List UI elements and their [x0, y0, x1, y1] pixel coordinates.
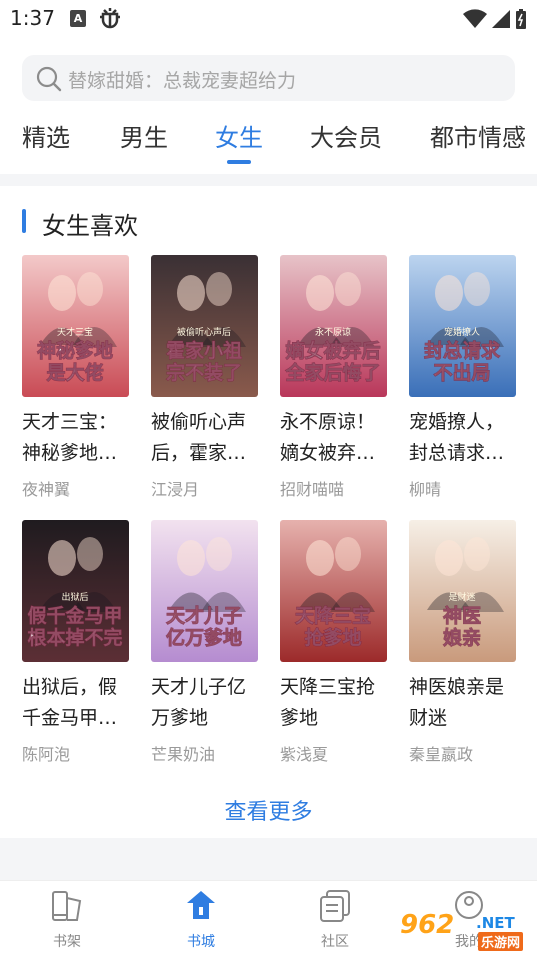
tab-featured[interactable]: 精选 — [22, 118, 70, 153]
cover-title: 天降三宝 — [295, 604, 371, 627]
cover-title: 根本掉不完 — [27, 626, 122, 649]
book-card[interactable]: 被偷听心声后霍家小祖宗不装了被偷听心声后，霍家小祖宗不装了江浸月 — [151, 255, 258, 500]
nav-community-label: 社区 — [321, 934, 349, 950]
cover-title: 抢爹地 — [304, 626, 361, 649]
watermark-site-name: 乐游网 — [478, 932, 524, 951]
book-cover[interactable]: 是财迷 神医 娘亲 — [409, 520, 516, 662]
nav-bookstore-label: 书城 — [187, 934, 215, 950]
section-title: 女生喜欢 — [42, 212, 138, 240]
book-card[interactable]: 天才三宝神秘爹地是大佬天才三宝：神秘爹地是大佬夜神翼 — [22, 255, 129, 500]
view-more-button[interactable]: 查看更多 — [0, 794, 537, 826]
watermark-logo: 962 .NET 乐游网 — [398, 910, 532, 952]
tab-male[interactable]: 男生 — [120, 118, 168, 153]
book-title[interactable]: 宠婚撩人，封总请求不出局 — [409, 407, 516, 469]
status-bar: 1:37 A — [0, 0, 537, 40]
book-cover[interactable]: 天降三宝 抢爹地 — [280, 520, 387, 662]
tab-female[interactable]: 女生 — [215, 118, 263, 153]
book-title[interactable]: 被偷听心声后，霍家小祖宗不装了 — [151, 407, 258, 469]
keyboard-badge-icon: A — [70, 10, 86, 27]
bottom-divider — [0, 838, 537, 880]
search-icon — [36, 66, 62, 96]
book-author: 紫浅夏 — [280, 745, 329, 764]
battery-icon — [516, 9, 526, 29]
book-author: 夜神翼 — [22, 480, 71, 499]
section-divider — [0, 174, 537, 186]
status-indicators — [463, 8, 527, 30]
nav-bookshelf-label: 书架 — [53, 934, 81, 950]
book-author: 柳晴 — [409, 480, 442, 499]
book-title[interactable]: 永不原谅！嫡女被弃后全家后悔了 — [280, 407, 387, 469]
book-cover[interactable]: 宠婚撩人 封总请求 不出局 — [409, 255, 516, 397]
active-tab-indicator — [227, 160, 251, 164]
cover-title: 亿万爹地 — [166, 626, 242, 649]
book-card[interactable]: 永不原谅嫡女被弃后全家后悔了永不原谅！嫡女被弃后全家后悔了招财喵喵 — [280, 255, 387, 500]
cover-subtitle: 天才三宝 — [57, 326, 93, 338]
cover-title: 神医 — [443, 604, 481, 627]
bug-icon — [98, 6, 122, 36]
book-title[interactable]: 天才儿子亿万爹地 — [151, 672, 258, 734]
book-card[interactable]: 天才儿子 亿万爹地 天才儿子亿万爹地 芒果奶油 — [151, 520, 258, 765]
community-icon — [319, 889, 351, 927]
book-title[interactable]: 天才三宝：神秘爹地是大佬 — [22, 407, 129, 469]
book-cover[interactable]: 被偷听心声后 霍家小祖 宗不装了 — [151, 255, 258, 397]
bookstore-icon — [185, 889, 217, 927]
cover-title: 不出局 — [433, 361, 490, 384]
tab-vip[interactable]: 大会员 — [310, 118, 382, 153]
wifi-icon — [463, 9, 487, 28]
tab-urban-romance[interactable]: 都市情感 — [430, 118, 526, 153]
bookshelf-icon — [51, 889, 83, 927]
status-time: 1:37 — [10, 6, 55, 30]
book-card[interactable]: 天降三宝 抢爹地 天降三宝抢爹地 紫浅夏 — [280, 520, 387, 765]
cover-title: 娘亲 — [443, 626, 481, 649]
book-author: 秦皇嬴政 — [409, 745, 474, 764]
cover-subtitle: 出狱后 — [61, 591, 88, 603]
book-author: 江浸月 — [151, 480, 200, 499]
cover-title: 神秘爹地 — [37, 339, 113, 362]
cover-title: 宗不装了 — [166, 361, 242, 384]
cover-title: 假千金马甲 — [27, 604, 122, 627]
watermark-number: 962 — [400, 910, 455, 940]
signal-icon — [492, 10, 510, 28]
cover-title: 是大佬 — [46, 361, 103, 384]
book-card[interactable]: 出狱后假千金马甲根本掉不完出狱后，假千金马甲根本掉不完陈阿泡 — [22, 520, 129, 765]
book-author: 陈阿泡 — [22, 745, 71, 764]
book-author: 招财喵喵 — [280, 480, 345, 499]
cover-title: 封总请求 — [424, 339, 501, 362]
book-cover[interactable]: 出狱后 假千金马甲 根本掉不完 — [22, 520, 129, 662]
book-title[interactable]: 神医娘亲是财迷 — [409, 672, 516, 734]
book-title[interactable]: 天降三宝抢爹地 — [280, 672, 387, 734]
cover-subtitle: 永不原谅 — [315, 326, 351, 338]
search-bar[interactable]: 替嫁甜婚：总裁宠妻超给力 — [22, 55, 515, 101]
cover-subtitle: 宠婚撩人 — [444, 326, 480, 338]
cover-title: 嫡女被弃后 — [284, 339, 380, 362]
cover-subtitle: 被偷听心声后 — [177, 326, 231, 338]
book-card[interactable]: 宠婚撩人封总请求不出局宠婚撩人，封总请求不出局柳晴 — [409, 255, 516, 500]
cover-subtitle: 是财迷 — [448, 591, 475, 603]
cover-title: 霍家小祖 — [166, 339, 242, 362]
book-author: 芒果奶油 — [151, 745, 216, 764]
watermark-net: .NET — [476, 914, 515, 932]
book-cover[interactable]: 永不原谅 嫡女被弃后 全家后悔了 — [280, 255, 387, 397]
cover-title: 全家后悔了 — [284, 361, 380, 384]
section-accent-bar — [22, 209, 26, 233]
book-cover[interactable]: 天才三宝 神秘爹地 是大佬 — [22, 255, 129, 397]
book-title[interactable]: 出狱后，假千金马甲根本掉不完 — [22, 672, 129, 734]
category-tabs: 精选 男生 女生 大会员 都市情感 — [0, 118, 537, 168]
book-cover[interactable]: 天才儿子 亿万爹地 — [151, 520, 258, 662]
search-placeholder: 替嫁甜婚：总裁宠妻超给力 — [68, 70, 297, 92]
cover-title: 天才儿子 — [166, 604, 242, 627]
book-card[interactable]: 是财迷 神医 娘亲 神医娘亲是财迷 秦皇嬴政 — [409, 520, 516, 765]
